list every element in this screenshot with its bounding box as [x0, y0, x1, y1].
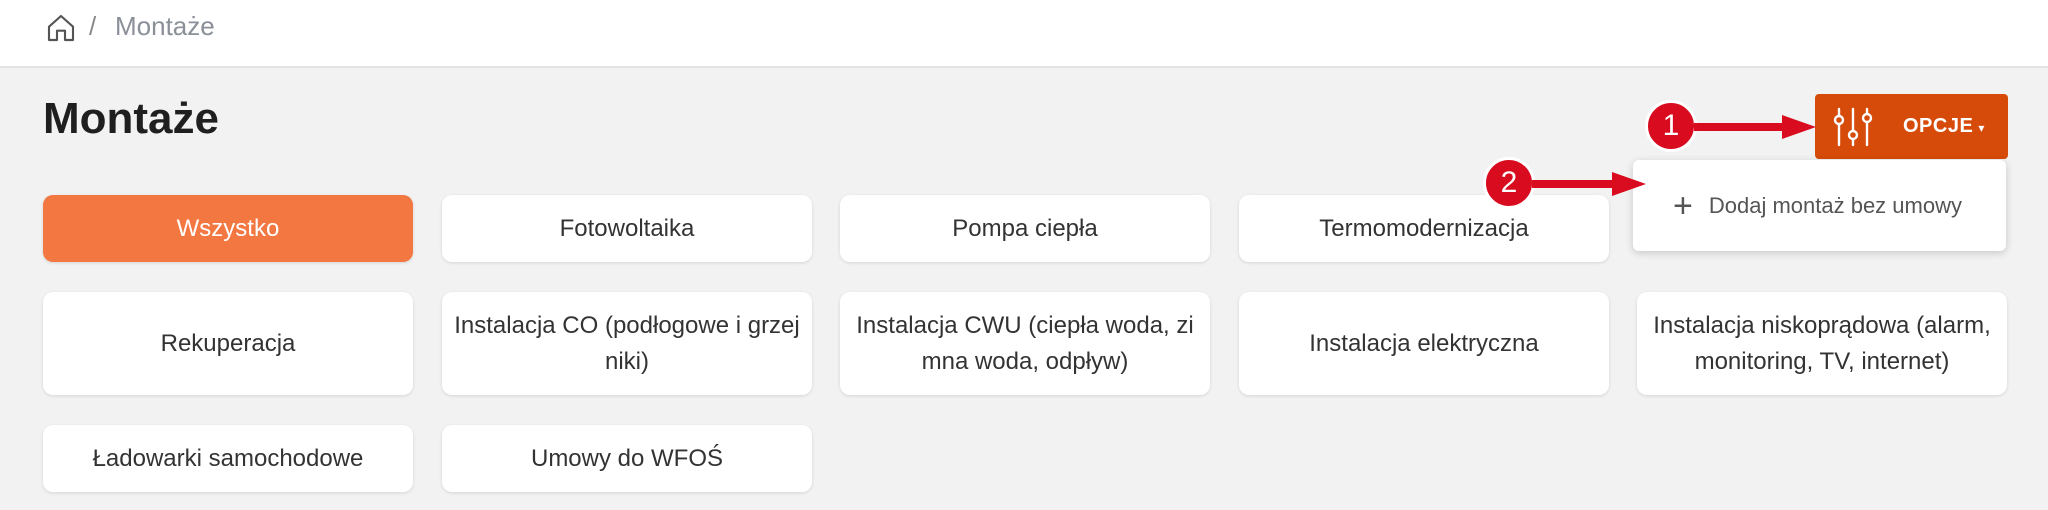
breadcrumb-bar: / Montaże [0, 0, 2048, 68]
breadcrumb-separator: / [89, 11, 97, 41]
annotation-number-2: 2 [1500, 166, 1518, 199]
sliders-icon [1833, 107, 1873, 146]
annotation-number-1: 1 [1662, 109, 1680, 142]
options-label: OPCJE [1903, 115, 1974, 137]
annotation-badge-1: 1 [1645, 100, 1697, 152]
add-installation-without-contract-item[interactable]: + Dodaj montaż bez umowy [1633, 160, 2006, 251]
category-wszystko[interactable]: Wszystko [43, 195, 413, 262]
category-fotowoltaika[interactable]: Fotowoltaika [442, 195, 812, 262]
category-umowy-wfos[interactable]: Umowy do WFOŚ [442, 425, 812, 492]
dropdown-item-label: Dodaj montaż bez umowy [1708, 192, 1962, 218]
category-instalacja-cwu[interactable]: Instalacja CWU (ciepła woda, zimna woda,… [840, 292, 1210, 395]
category-ladowarki[interactable]: Ładowarki samochodowe [43, 425, 413, 492]
category-instalacja-niskopradowa[interactable]: Instalacja niskoprądowa (alarm, monitori… [1637, 292, 2007, 395]
caret-down-icon: ▾ [1978, 120, 1985, 135]
page-title: Montaże [43, 94, 219, 143]
category-instalacja-elektryczna[interactable]: Instalacja elektryczna [1239, 292, 1609, 395]
plus-icon: + [1673, 186, 1693, 225]
annotation-arrow-2 [1532, 172, 1646, 196]
annotation-arrow-1 [1694, 115, 1816, 139]
category-instalacja-co[interactable]: Instalacja CO (podłogowe i grzejniki) [442, 292, 812, 395]
options-button[interactable]: OPCJE ▾ [1815, 94, 2008, 159]
category-rekuperacja[interactable]: Rekuperacja [43, 292, 413, 395]
home-icon[interactable] [44, 12, 78, 44]
category-pompa-ciepla[interactable]: Pompa ciepła [840, 195, 1210, 262]
breadcrumb-current: Montaże [115, 11, 215, 41]
annotation-badge-2: 2 [1483, 157, 1535, 209]
category-termomodernizacja[interactable]: Termomodernizacja [1239, 195, 1609, 262]
